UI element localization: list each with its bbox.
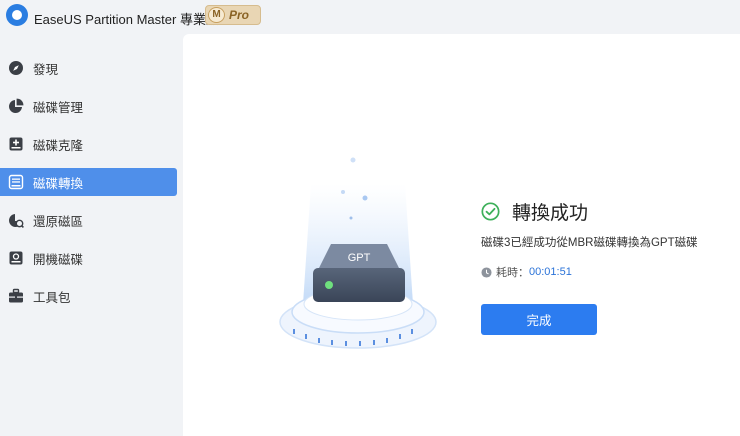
sidebar-item-label: 磁碟管理 (33, 100, 84, 115)
sidebar-item-toolbox[interactable]: 工具包 (0, 282, 177, 310)
sidebar-item-label: 還原磁區 (33, 214, 84, 229)
finish-button[interactable]: 完成 (481, 304, 597, 335)
app-logo-icon (6, 4, 28, 26)
pro-badge-letter: M (208, 7, 225, 23)
compass-icon (8, 60, 24, 76)
sidebar-item-label: 磁碟轉換 (33, 176, 84, 191)
sidebar-item-disk-convert[interactable]: 磁碟轉換 (0, 168, 177, 196)
elapsed-time-value: 00:01:51 (529, 266, 572, 278)
sidebar-item-disk-management[interactable]: 磁碟管理 (0, 92, 177, 120)
success-message: 磁碟3已經成功從MBR磁碟轉換為GPT磁碟 (481, 237, 698, 249)
partition-recovery-icon (8, 212, 24, 228)
sidebar-item-boot-disk[interactable]: 開機磁碟 (0, 244, 177, 272)
app-title: EaseUS Partition Master 專業版 (34, 12, 219, 27)
clock-icon (481, 266, 492, 278)
success-title: 轉換成功 (512, 203, 589, 224)
disk-convert-icon (8, 174, 24, 190)
main-panel: GPT 轉換成功 磁碟3已經成功從MBR磁碟轉換為GPT磁碟 耗時： 00:01… (183, 34, 740, 436)
disk-conversion-illustration: GPT (279, 157, 437, 349)
boot-disk-icon (8, 250, 24, 266)
sidebar: 發現 磁碟管理 磁碟克隆 磁碟轉換 還原磁區 開機磁碟 工具包 (0, 34, 183, 436)
title-bar: EaseUS Partition Master 專業版 M Pro (0, 0, 740, 34)
sidebar-item-label: 開機磁碟 (33, 252, 84, 267)
success-header: 轉換成功 (481, 198, 588, 225)
toolbox-icon (8, 288, 24, 304)
disk-clone-icon (8, 136, 24, 152)
elapsed-time: 耗時： 00:01:51 (481, 264, 572, 280)
sidebar-item-partition-recovery[interactable]: 還原磁區 (0, 206, 177, 234)
check-circle-icon (481, 202, 500, 221)
pro-badge: M Pro (205, 5, 261, 25)
sidebar-item-label: 磁碟克隆 (33, 138, 84, 153)
disk-type-label: GPT (348, 252, 371, 264)
sidebar-item-label: 發現 (33, 62, 59, 77)
sidebar-item-discover[interactable]: 發現 (0, 54, 177, 82)
elapsed-time-label: 耗時： (496, 267, 529, 279)
pie-chart-icon (8, 98, 24, 114)
pro-badge-label: Pro (229, 8, 250, 22)
sidebar-item-label: 工具包 (33, 290, 71, 305)
sidebar-item-disk-clone[interactable]: 磁碟克隆 (0, 130, 177, 158)
